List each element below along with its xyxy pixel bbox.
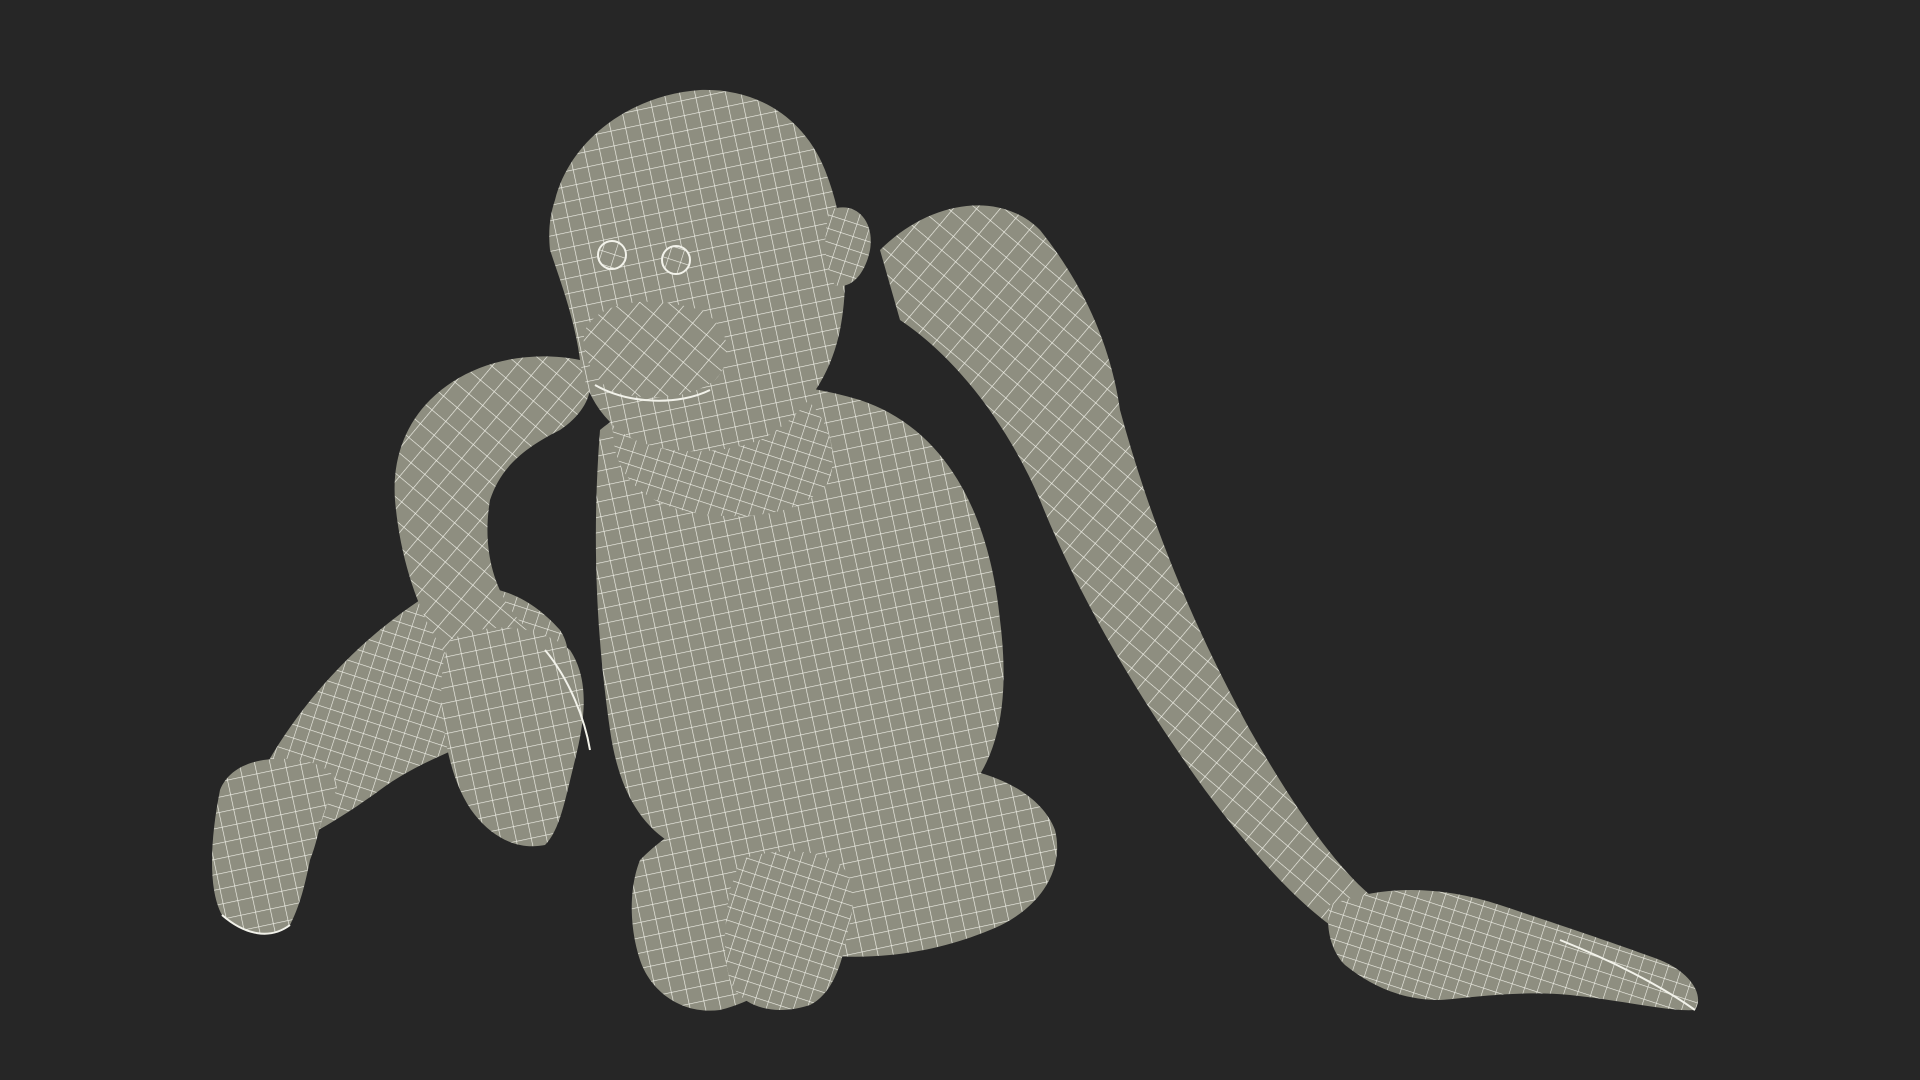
- render-viewport: [0, 0, 1920, 1080]
- ape-wireframe-render: [212, 89, 1699, 1011]
